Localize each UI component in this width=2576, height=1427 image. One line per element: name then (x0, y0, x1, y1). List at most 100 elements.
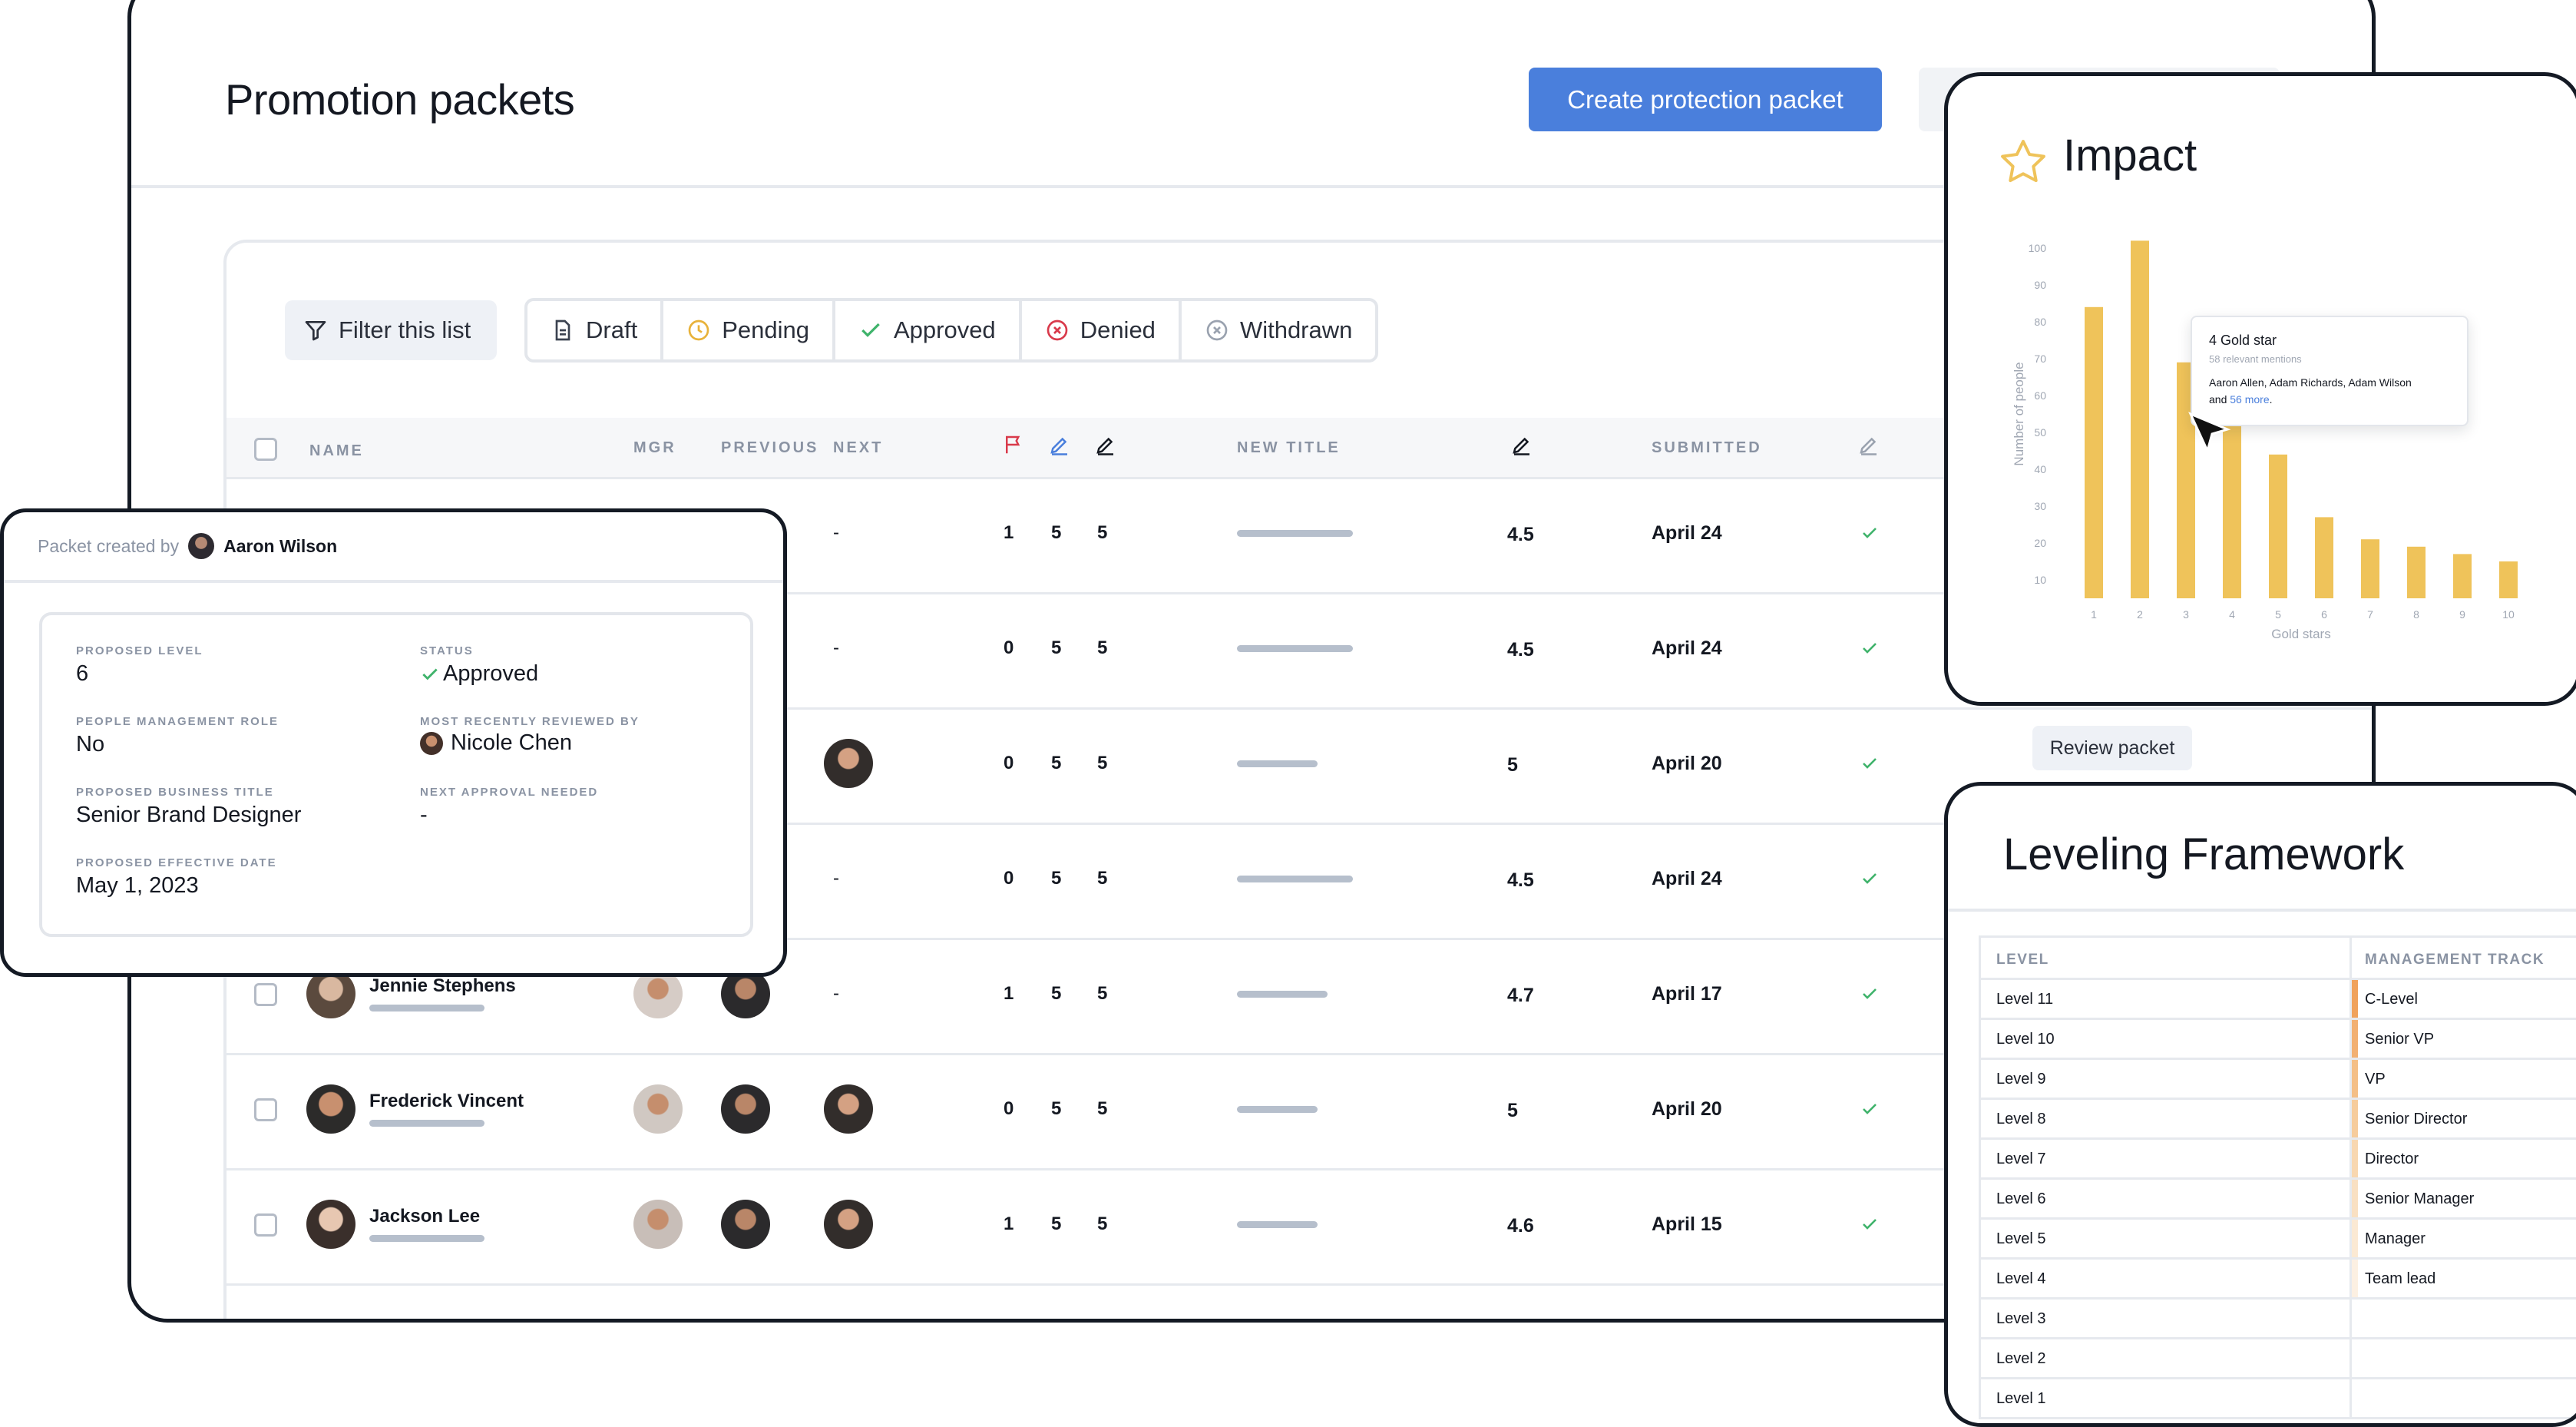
row-checkbox[interactable] (254, 1213, 277, 1237)
track-name: VP (2365, 1071, 2386, 1088)
x-tick-label: 6 (2321, 608, 2327, 621)
col-submitted: SUBMITTED (1652, 439, 1762, 456)
review-packet-button[interactable]: Review packet (2032, 726, 2192, 770)
pen-score-icon (1513, 437, 1529, 455)
level-name: Level 11 (1996, 991, 2054, 1008)
tooltip-title: 4 Gold star (2209, 333, 2277, 348)
leveling-row[interactable]: Level 9 VP (1979, 1060, 2576, 1100)
bar-7 (2361, 539, 2379, 598)
submitted-date: April 24 (1652, 868, 1722, 889)
manager-avatar (633, 1200, 683, 1249)
level-name: Level 6 (1996, 1190, 2046, 1207)
check-icon (1863, 1104, 1877, 1114)
star-icon (2001, 140, 2045, 183)
leveling-row[interactable]: Level 8 Senior Director (1979, 1100, 2576, 1140)
status-value: Approved (420, 661, 538, 687)
create-packet-button[interactable]: Create protection packet (1529, 68, 1882, 131)
row-checkbox[interactable] (254, 1098, 277, 1121)
review-count: 5 (1051, 753, 1062, 773)
people-mgmt-value: No (76, 732, 105, 757)
col-management-track: MANAGEMENT TRACK (2365, 952, 2545, 968)
edit-count: 5 (1097, 1213, 1108, 1234)
leveling-row[interactable]: Level 4 Team lead (1979, 1260, 2576, 1300)
score-value: 4.5 (1507, 869, 1534, 891)
employee-name[interactable]: Jackson Lee (369, 1206, 480, 1227)
check-icon (1863, 988, 1877, 999)
reviewed-by-label: MOST RECENTLY REVIEWED BY (420, 715, 640, 728)
status-withdrawn-label: Withdrawn (1239, 316, 1353, 343)
score-value: 4.6 (1507, 1215, 1534, 1237)
flag-count: 0 (1004, 753, 1014, 773)
y-tick-label: 40 (2034, 463, 2046, 475)
next-avatar (824, 739, 873, 788)
row-checkbox[interactable] (254, 983, 277, 1006)
pen-icon (1096, 437, 1113, 455)
name-subtitle-placeholder (369, 1235, 484, 1242)
leveling-divider (1948, 909, 2576, 912)
leveling-rows: Level 11 C-Level Level 10 Senior VP Level 9 V… (1979, 980, 2576, 1419)
track-color-swatch (2352, 1020, 2358, 1058)
packet-created-by: Packet created by Aaron Wilson (4, 512, 783, 583)
track-color-swatch (2352, 980, 2358, 1018)
status-denied[interactable]: Denied (1022, 301, 1182, 359)
status-approved[interactable]: Approved (835, 301, 1022, 359)
tooltip-names: Aaron Allen, Adam Richards, Adam Wilson (2209, 376, 2412, 389)
leveling-row[interactable]: Level 2 (1979, 1339, 2576, 1379)
score-value: 5 (1507, 754, 1518, 776)
employee-name[interactable]: Jennie Stephens (369, 975, 516, 997)
y-tick-label: 60 (2034, 389, 2046, 402)
x-tick-label: 1 (2091, 608, 2097, 621)
col-level: LEVEL (1996, 952, 2049, 968)
leveling-row[interactable]: Level 1 (1979, 1379, 2576, 1419)
leveling-row[interactable]: Level 6 Senior Manager (1979, 1180, 2576, 1220)
leveling-row[interactable]: Level 10 Senior VP (1979, 1020, 2576, 1060)
leveling-row[interactable]: Level 5 Manager (1979, 1220, 2576, 1260)
col-divider (2349, 938, 2352, 978)
track-color-swatch (2352, 1220, 2358, 1257)
bar-6 (2315, 517, 2333, 598)
submitted-date: April 20 (1652, 753, 1722, 774)
y-tick-label: 80 (2034, 316, 2046, 328)
business-title-value: Senior Brand Designer (76, 803, 302, 827)
filter-label: Filter this list (339, 316, 471, 343)
cursor-icon (2188, 412, 2231, 455)
status-pending[interactable]: Pending (663, 301, 835, 359)
y-tick-label: 20 (2034, 537, 2046, 549)
next-value: - (833, 868, 839, 889)
status-draft[interactable]: Draft (527, 301, 664, 359)
leveling-row[interactable]: Level 3 (1979, 1300, 2576, 1339)
col-divider (2349, 1300, 2352, 1337)
leveling-row[interactable]: Level 11 C-Level (1979, 980, 2576, 1020)
status-withdrawn[interactable]: Withdrawn (1182, 301, 1375, 359)
next-avatar (824, 1084, 873, 1134)
name-subtitle-placeholder (369, 1005, 484, 1011)
x-circle-gray-icon (1206, 320, 1228, 341)
col-next: NEXT (833, 439, 884, 456)
x-tick-label: 4 (2229, 608, 2235, 621)
track-color-swatch (2352, 1140, 2358, 1177)
leveling-row[interactable]: Level 7 Director (1979, 1140, 2576, 1180)
select-all-checkbox[interactable] (254, 438, 277, 461)
new-title-placeholder (1237, 760, 1318, 767)
check-icon (1863, 758, 1877, 769)
x-tick-label: 9 (2459, 608, 2465, 621)
tooltip-more-link[interactable]: 56 more (2230, 393, 2269, 406)
new-title-placeholder (1237, 991, 1328, 998)
impact-title: Impact (2063, 131, 2197, 180)
manager-avatar (633, 1084, 683, 1134)
employee-name[interactable]: Frederick Vincent (369, 1091, 524, 1112)
y-tick-label: 30 (2034, 500, 2046, 512)
score-value: 4.7 (1507, 985, 1534, 1006)
col-mgr: MGR (633, 439, 676, 456)
filter-button[interactable]: Filter this list (285, 300, 497, 360)
y-tick-label: 50 (2034, 426, 2046, 439)
track-color-swatch (2352, 1260, 2358, 1297)
x-tick-label: 2 (2137, 608, 2143, 621)
level-name: Level 8 (1996, 1111, 2046, 1127)
col-previous: PREVIOUS (721, 439, 819, 456)
flag-count: 1 (1004, 983, 1014, 1004)
x-tick-label: 8 (2413, 608, 2419, 621)
submitted-date: April 20 (1652, 1098, 1722, 1120)
edit-count: 5 (1097, 1098, 1108, 1119)
document-icon (555, 320, 570, 341)
